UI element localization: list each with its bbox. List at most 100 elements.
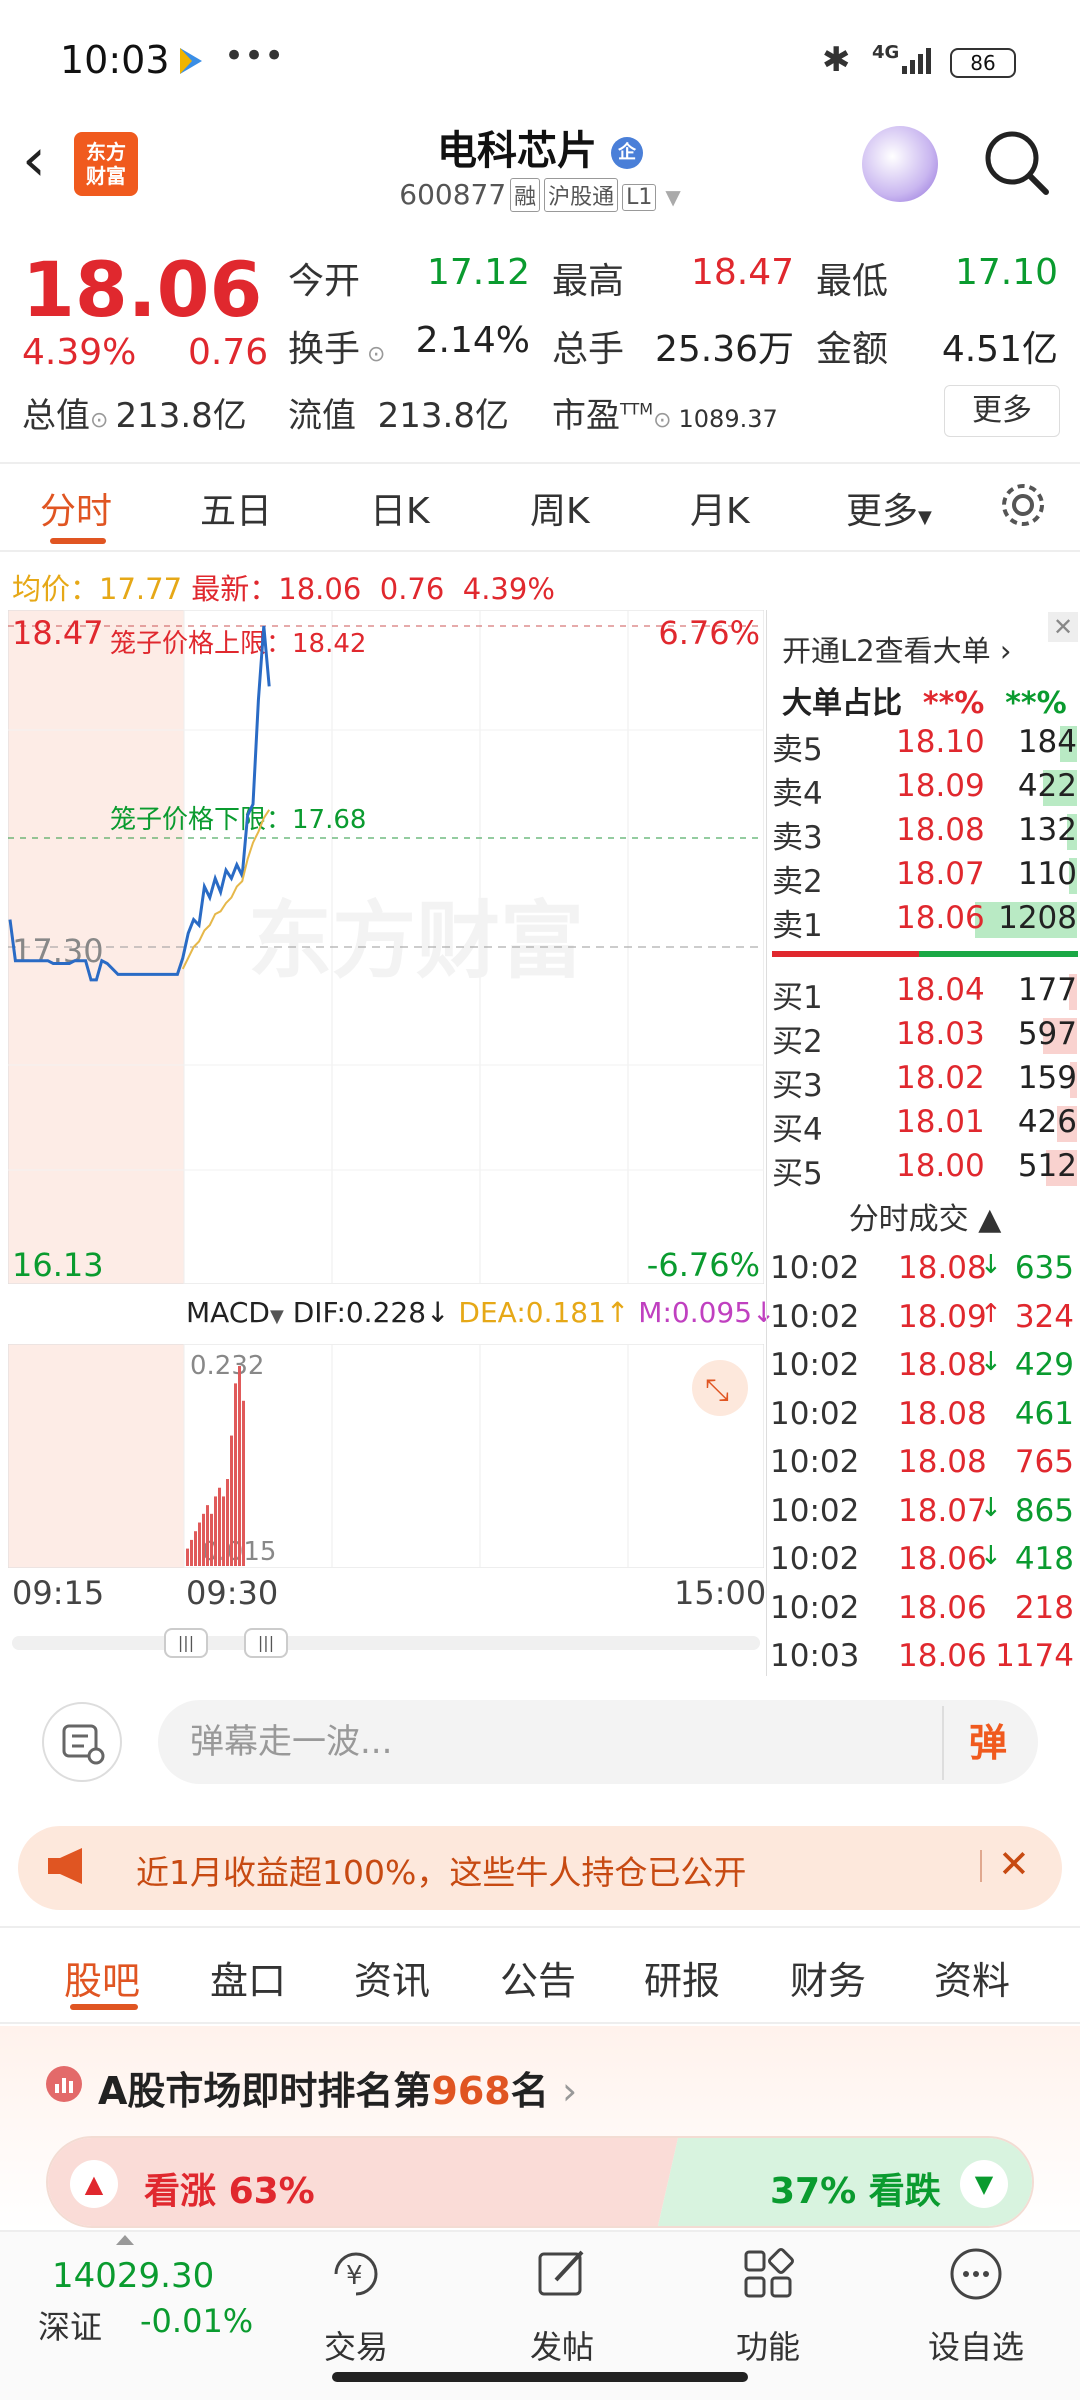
- megaphone-icon: [44, 1846, 88, 1886]
- trade-time: 10:03: [770, 1638, 860, 1674]
- trade-time: 10:02: [770, 1541, 860, 1577]
- collapse-caret-icon[interactable]: [116, 2230, 134, 2245]
- trade-time: 10:02: [770, 1298, 860, 1335]
- macd-legend[interactable]: MACD▼ DIF:0.228↓ DEA:0.181↑ M:0.095↓: [186, 1296, 776, 1329]
- index-change[interactable]: -0.01%: [140, 2302, 253, 2340]
- level-dropdown-icon[interactable]: ▼: [665, 185, 680, 209]
- assistant-robot-icon[interactable]: [862, 126, 938, 202]
- macd-chart[interactable]: 0.232 0.015 ⤡: [8, 1344, 764, 1568]
- x-tick-close: 15:00: [674, 1574, 767, 1612]
- macd-m: M:0.095: [638, 1296, 753, 1329]
- bid-row[interactable]: 买4 18.01 426: [772, 1102, 1077, 1148]
- vote-down-label[interactable]: 37% 看跌: [770, 2162, 941, 2214]
- chart-scrollbar[interactable]: [12, 1636, 760, 1650]
- open-label: 今开: [288, 261, 361, 302]
- tab-more[interactable]: 更多▼: [846, 482, 932, 534]
- nav-functions[interactable]: 功能: [698, 2322, 838, 2368]
- battery-level: 86: [970, 51, 996, 75]
- stock-code: 600877: [399, 178, 507, 211]
- banner-close-icon[interactable]: ✕: [998, 1842, 1030, 1886]
- trade-time: 10:02: [770, 1347, 860, 1383]
- tab-profile[interactable]: 资料: [934, 1950, 1010, 2005]
- trade-price: 18.06: [898, 1589, 987, 1626]
- macd-bar: [202, 1513, 205, 1566]
- nav-add-watchlist[interactable]: 设自选: [906, 2322, 1046, 2368]
- play-store-icon: [178, 46, 204, 76]
- vote-up-label[interactable]: 看涨 63%: [144, 2162, 315, 2214]
- ask-row[interactable]: 卖4 18.09 422: [772, 766, 1077, 812]
- bid-label: 买3: [772, 1068, 823, 1104]
- banner-text[interactable]: 近1月收益超100%，这些牛人持仓已公开: [136, 1846, 746, 1894]
- ask-row[interactable]: 卖3 18.08 132: [772, 810, 1077, 856]
- tag-level[interactable]: L1: [622, 184, 657, 211]
- l2-link[interactable]: 开通L2查看大单 ›: [782, 628, 1011, 670]
- tab-five-day[interactable]: 五日: [200, 482, 272, 534]
- tab-weekly-k[interactable]: 周K: [530, 482, 590, 534]
- bid-row[interactable]: 买3 18.02 159: [772, 1058, 1077, 1104]
- trade-price: 18.08: [898, 1395, 987, 1432]
- add-watchlist-icon[interactable]: [946, 2244, 1006, 2304]
- scroll-handle-right[interactable]: |||: [244, 1628, 288, 1658]
- macd-selector: MACD: [186, 1296, 270, 1329]
- bid-label: 买4: [772, 1112, 823, 1148]
- ask-volume: 422: [1017, 768, 1077, 804]
- tab-research[interactable]: 研报: [644, 1950, 720, 2005]
- ask-row[interactable]: 卖1 18.06 1208: [772, 898, 1077, 944]
- tab-monthly-k[interactable]: 月K: [690, 482, 750, 534]
- lower-limit-label: 笼子价格下限：17.68: [110, 805, 366, 835]
- pe-ratio[interactable]: 市盈TTM⊙ 1089.37: [552, 388, 778, 437]
- trade-icon[interactable]: ¥: [326, 2244, 386, 2304]
- battery-icon: 86: [950, 48, 1016, 78]
- nav-post[interactable]: 发帖: [492, 2322, 632, 2368]
- bid-price: 18.03: [896, 1016, 985, 1052]
- bid-ask-ratio-bar: [772, 951, 1078, 957]
- vote-up-bar[interactable]: [48, 2138, 678, 2226]
- tab-announcements[interactable]: 公告: [500, 1950, 576, 2005]
- scroll-handle-left[interactable]: |||: [164, 1628, 208, 1658]
- ask-row[interactable]: 卖5 18.10 184: [772, 722, 1077, 768]
- tab-forum[interactable]: 股吧: [64, 1950, 140, 2005]
- post-icon[interactable]: [532, 2244, 592, 2304]
- index-name[interactable]: 深证: [38, 2302, 102, 2348]
- tab-intraday[interactable]: 分时: [40, 482, 112, 534]
- danmu-list-icon[interactable]: [42, 1702, 122, 1782]
- tab-finance[interactable]: 财务: [790, 1950, 866, 2005]
- vote-down-icon[interactable]: ▼: [960, 2160, 1008, 2208]
- home-indicator[interactable]: [332, 2372, 748, 2382]
- y-top-label: 18.47: [12, 614, 104, 652]
- trade-volume: 635: [1014, 1250, 1074, 1286]
- ask-price: 18.07: [896, 856, 985, 892]
- market-rank[interactable]: A股市场即时排名第968名 ›: [98, 2060, 577, 2115]
- bluetooth-icon: ✱: [822, 40, 851, 80]
- bid-row[interactable]: 买5 18.00 512: [772, 1146, 1077, 1192]
- bid-row[interactable]: 买1 18.04 177: [772, 970, 1077, 1016]
- bid-row[interactable]: 买2 18.03 597: [772, 1014, 1077, 1060]
- nav-trade[interactable]: 交易: [286, 2322, 426, 2368]
- trade-volume: 418: [1014, 1541, 1074, 1577]
- vote-up-icon[interactable]: ▲: [70, 2160, 118, 2208]
- intraday-chart[interactable]: 东方财富 笼子价格上限：18.42 笼子价格下限：17.68 18.47 17.…: [8, 610, 764, 1284]
- more-button[interactable]: 更多: [944, 385, 1060, 437]
- close-icon[interactable]: ✕: [1048, 612, 1078, 642]
- danmu-input[interactable]: 弹幕走一波...: [158, 1700, 1038, 1784]
- turnover-label[interactable]: 换手 ⊙: [288, 320, 385, 372]
- status-time: 10:03: [60, 38, 170, 82]
- macd-bar: [194, 1531, 197, 1566]
- settings-gear-icon[interactable]: [998, 480, 1048, 530]
- tab-daily-k[interactable]: 日K: [370, 482, 430, 534]
- x-tick-start: 09:15: [12, 1574, 105, 1612]
- ask-row[interactable]: 卖2 18.07 110: [772, 854, 1077, 900]
- tab-handicap[interactable]: 盘口: [210, 1950, 286, 2005]
- functions-grid-icon[interactable]: [738, 2244, 798, 2304]
- trade-row: 10:02 18.08 ↓ 429: [770, 1345, 1078, 1391]
- open-value: 17.12: [426, 252, 530, 293]
- tab-news[interactable]: 资讯: [354, 1950, 430, 2005]
- search-icon[interactable]: [982, 128, 1052, 198]
- bid-label: 买2: [772, 1024, 823, 1060]
- trade-time: 10:02: [770, 1444, 860, 1480]
- danmu-send-button[interactable]: 弹: [942, 1706, 1032, 1780]
- avg-price-line: 均价：17.77 最新：18.06 0.76 4.39%: [12, 572, 555, 606]
- trades-header[interactable]: 分时成交 ▲: [772, 1194, 1078, 1238]
- index-value[interactable]: 14029.30: [52, 2256, 214, 2296]
- trade-volume: 461: [1014, 1395, 1074, 1432]
